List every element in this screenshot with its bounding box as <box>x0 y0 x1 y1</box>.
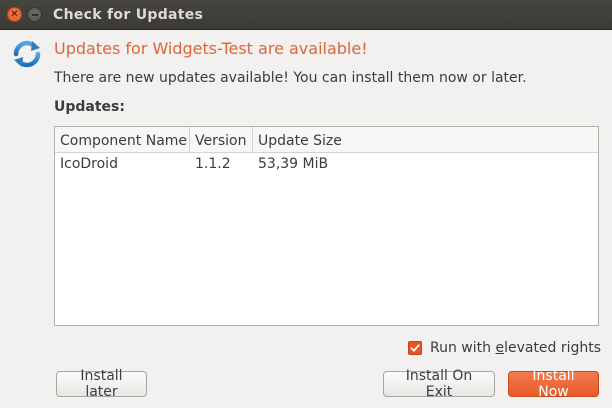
elevated-rights-checkbox[interactable] <box>408 341 422 355</box>
refresh-icon <box>13 40 41 68</box>
cell-update-size: 53,39 MiB <box>258 156 329 172</box>
cell-component-name: IcoDroid <box>60 156 118 172</box>
install-later-button[interactable]: Install later <box>56 368 147 400</box>
cell-version: 1.1.2 <box>195 156 231 172</box>
install-now-button[interactable]: Install Now <box>508 368 599 400</box>
checkmark-icon <box>410 344 420 352</box>
close-icon[interactable]: ✕ <box>7 7 22 22</box>
window-titlebar[interactable]: ✕ Check for Updates <box>0 0 612 30</box>
update-description: There are new updates available! You can… <box>54 70 527 86</box>
update-headline: Updates for Widgets-Test are available! <box>54 39 368 58</box>
window-title: Check for Updates <box>53 7 204 23</box>
updates-table[interactable]: Component Name Version Update Size IcoDr… <box>54 126 599 326</box>
column-header-component-name[interactable]: Component Name <box>55 127 190 152</box>
column-header-update-size[interactable]: Update Size <box>253 127 598 152</box>
table-header: Component Name Version Update Size <box>55 127 598 153</box>
minimize-icon[interactable] <box>27 7 42 22</box>
updates-section-label: Updates: <box>54 99 125 115</box>
install-on-exit-button[interactable]: Install On Exit <box>383 368 495 400</box>
table-row[interactable]: IcoDroid 1.1.2 53,39 MiB <box>55 153 598 175</box>
elevated-rights-option[interactable]: Run with elevated rights <box>408 340 601 356</box>
column-header-version[interactable]: Version <box>190 127 253 152</box>
elevated-rights-label: Run with elevated rights <box>430 340 602 356</box>
